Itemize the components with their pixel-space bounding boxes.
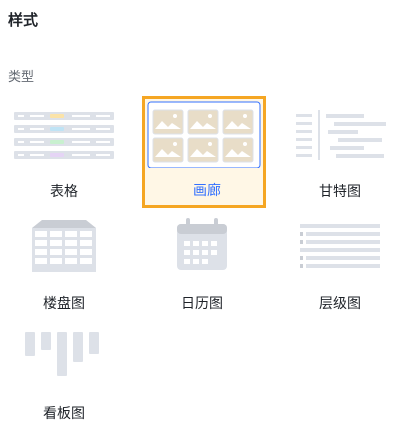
view-option-kanban[interactable]: 看板图 xyxy=(2,320,126,432)
view-option-hierarchy[interactable]: 层级图 xyxy=(278,210,402,322)
table-view-icon xyxy=(2,98,126,170)
view-option-table[interactable]: 表格 xyxy=(2,98,126,210)
hierarchy-view-icon xyxy=(278,210,402,282)
view-option-label: 表格 xyxy=(50,184,78,200)
view-option-label: 画廊 xyxy=(193,183,221,199)
view-option-label: 看板图 xyxy=(43,406,85,422)
kanban-view-icon xyxy=(2,320,126,392)
section-label-type: 类型 xyxy=(8,70,35,85)
view-option-label: 日历图 xyxy=(181,296,223,312)
gantt-view-icon xyxy=(278,98,402,170)
view-option-label: 层级图 xyxy=(319,296,361,312)
gallery-view-icon xyxy=(142,96,266,168)
view-option-label: 甘特图 xyxy=(319,184,361,200)
view-option-gallery[interactable]: 画廊 xyxy=(142,96,266,208)
view-option-calendar[interactable]: 日历图 xyxy=(140,210,264,322)
panel-title: 样式 xyxy=(8,11,39,29)
view-option-floorplan[interactable]: 楼盘图 xyxy=(2,210,126,322)
view-option-gantt[interactable]: 甘特图 xyxy=(278,98,402,210)
floorplan-view-icon xyxy=(2,210,126,282)
calendar-view-icon xyxy=(140,210,264,282)
view-option-label: 楼盘图 xyxy=(43,296,85,312)
